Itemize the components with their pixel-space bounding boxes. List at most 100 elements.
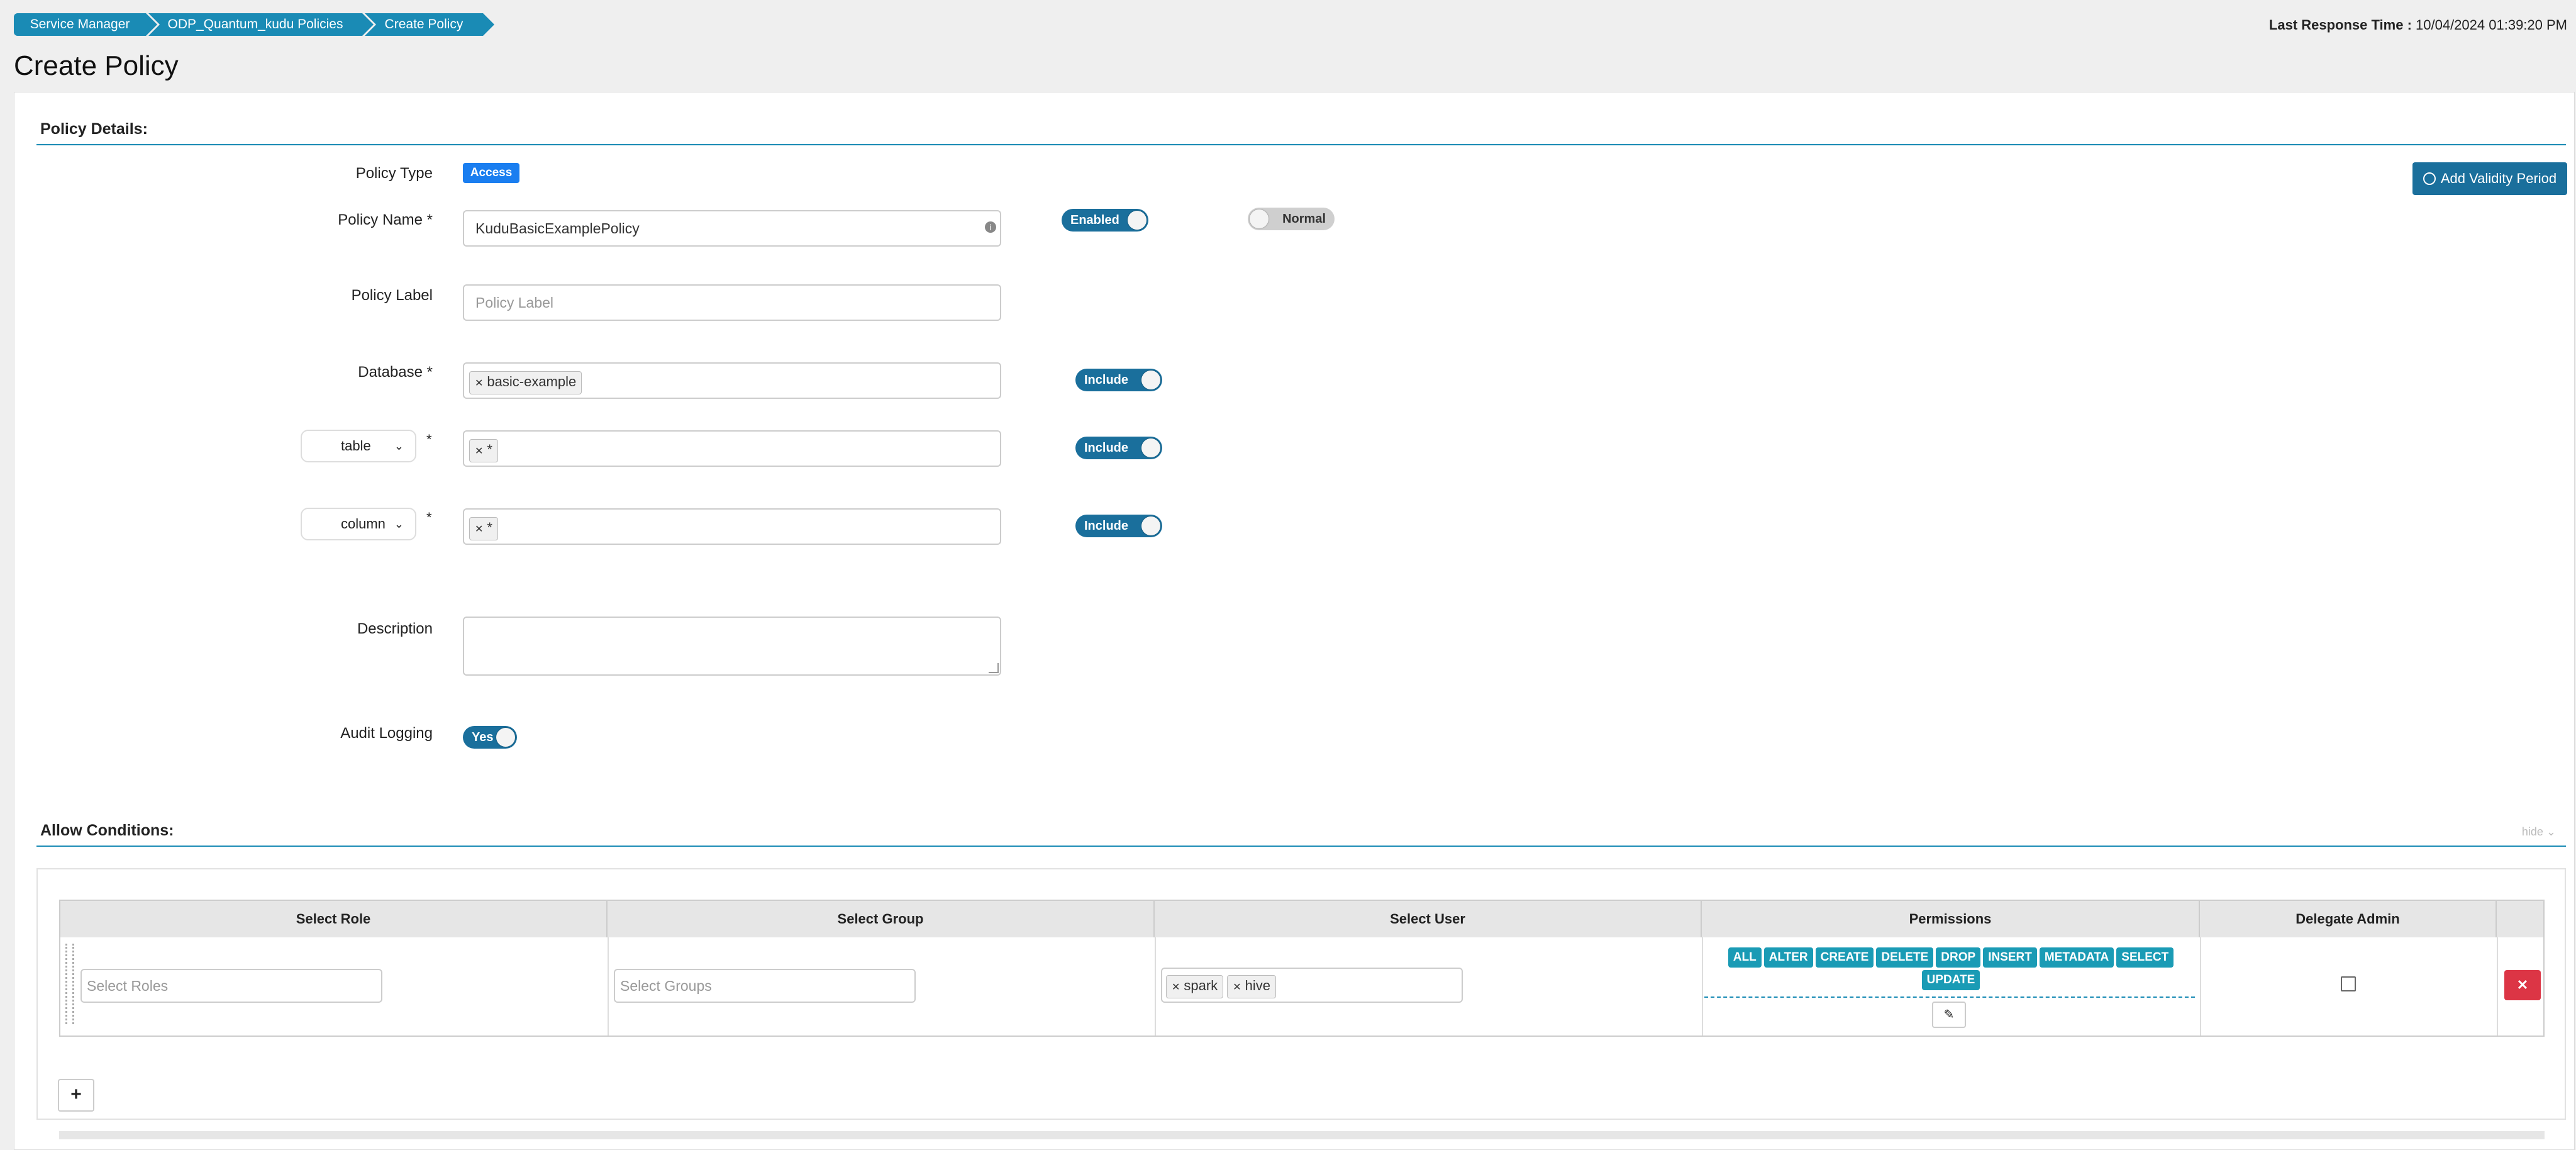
table-input[interactable]: ✕ * <box>463 430 1001 467</box>
policy-details-title: Policy Details: <box>40 120 148 138</box>
resize-icon[interactable] <box>989 663 999 673</box>
policy-name-input[interactable]: KuduBasicExamplePolicy i <box>463 210 1001 247</box>
database-tag-text: basic-example <box>487 374 577 389</box>
select-roles-input[interactable]: Select Roles <box>80 969 382 1003</box>
column-divider <box>2497 937 2498 1036</box>
allow-conditions-title: Allow Conditions: <box>40 822 174 839</box>
remove-x-icon[interactable]: ✕ <box>475 378 483 389</box>
column-select-value: column <box>341 516 386 532</box>
policy-type-label: Policy Type <box>355 165 433 182</box>
include-label: Include <box>1084 441 1129 455</box>
resource-type-select-column[interactable]: column ⌄ <box>301 508 416 540</box>
toggle-knob <box>1141 438 1160 457</box>
header-select-role: Select Role <box>60 901 608 937</box>
chevron-down-icon: ⌄ <box>394 440 404 452</box>
column-include-toggle[interactable]: Include <box>1075 515 1162 537</box>
normal-toggle-label: Normal <box>1282 212 1326 226</box>
enabled-toggle[interactable]: Enabled <box>1062 209 1148 232</box>
toggle-knob <box>1141 371 1160 389</box>
breadcrumb-create-policy: Create Policy <box>365 13 494 36</box>
toggle-knob <box>496 728 515 747</box>
column-input[interactable]: ✕ * <box>463 508 1001 545</box>
permission-badge: DROP <box>1936 947 1981 968</box>
permission-badge: DELETE <box>1876 947 1934 968</box>
permission-badge: CREATE <box>1815 947 1874 968</box>
chevron-down-icon: ⌄ <box>2546 825 2556 838</box>
breadcrumb-service-manager[interactable]: Service Manager <box>14 13 157 36</box>
breadcrumb-policies[interactable]: ODP_Quantum_kudu Policies <box>148 13 374 36</box>
description-textarea[interactable] <box>463 617 1001 676</box>
table-include-toggle[interactable]: Include <box>1075 437 1162 459</box>
allow-conditions-table: Select Role Select Group Select User Per… <box>59 900 2545 1037</box>
header-delegate-admin: Delegate Admin <box>2200 901 2497 937</box>
normal-toggle[interactable]: Normal <box>1248 208 1335 230</box>
add-condition-button[interactable]: + <box>58 1079 94 1112</box>
add-validity-label: Add Validity Period <box>2440 170 2557 186</box>
response-label: Last Response Time : <box>2268 17 2412 33</box>
add-validity-period-button[interactable]: Add Validity Period <box>2412 162 2567 195</box>
permission-badge: METADATA <box>2039 947 2114 968</box>
audit-logging-label: Audit Logging <box>340 725 433 742</box>
column-divider <box>1155 937 1156 1036</box>
page-title: Create Policy <box>14 50 179 81</box>
include-label: Include <box>1084 373 1129 387</box>
permission-badge: INSERT <box>1983 947 2037 968</box>
table-tag-text: * <box>487 442 492 457</box>
table-select-value: table <box>341 438 371 454</box>
description-label: Description <box>357 620 433 637</box>
hide-toggle[interactable]: hide ⌄ <box>2522 825 2556 839</box>
pencil-icon: ✎ <box>1943 1008 1955 1022</box>
policy-label-input[interactable]: Policy Label <box>463 284 1001 321</box>
database-label: Database * <box>358 364 433 381</box>
resource-type-select-table[interactable]: table ⌄ <box>301 430 416 462</box>
include-label: Include <box>1084 519 1129 533</box>
toggle-knob <box>1250 209 1269 228</box>
last-response-time: Last Response Time : 10/04/2024 01:39:20… <box>2269 17 2567 33</box>
remove-x-icon[interactable]: ✕ <box>1233 982 1241 993</box>
user-tag-text: spark <box>1184 978 1218 993</box>
info-icon: i <box>985 221 996 233</box>
select-users-input[interactable]: ✕ spark ✕ hive <box>1161 968 1463 1003</box>
column-tag[interactable]: ✕ * <box>469 517 498 540</box>
user-tag-text: hive <box>1245 978 1270 993</box>
header-select-group: Select Group <box>608 901 1155 937</box>
clock-icon <box>2423 172 2436 185</box>
policy-type-badge: Access <box>463 163 519 183</box>
audit-logging-toggle[interactable]: Yes <box>463 726 517 749</box>
remove-x-icon[interactable]: ✕ <box>475 524 483 535</box>
user-tag[interactable]: ✕ hive <box>1227 975 1276 998</box>
delegate-admin-checkbox[interactable] <box>2341 976 2356 991</box>
user-tag[interactable]: ✕ spark <box>1166 975 1224 998</box>
policy-name-value: KuduBasicExamplePolicy <box>475 220 640 237</box>
remove-row-button[interactable]: ✕ <box>2504 970 2541 1000</box>
remove-x-icon[interactable]: ✕ <box>475 446 483 457</box>
permission-badge: UPDATE <box>1921 970 1980 990</box>
drag-handle-icon[interactable] <box>65 944 74 1024</box>
toggle-knob <box>1141 516 1160 535</box>
audit-toggle-label: Yes <box>472 730 494 744</box>
edit-permissions-button[interactable]: ✎ <box>1932 1002 1966 1028</box>
database-tag[interactable]: ✕ basic-example <box>469 371 582 394</box>
required-star: * <box>426 432 432 447</box>
enabled-toggle-label: Enabled <box>1070 213 1119 227</box>
toggle-knob <box>1128 211 1146 230</box>
column-divider <box>2200 937 2201 1036</box>
permissions-divider <box>1704 996 2195 998</box>
header-permissions: Permissions <box>1702 901 2200 937</box>
remove-x-icon[interactable]: ✕ <box>1172 982 1180 993</box>
permission-badge: SELECT <box>2116 947 2174 968</box>
permission-badge: ALTER <box>1763 947 1813 968</box>
response-value: 10/04/2024 01:39:20 PM <box>2416 17 2567 33</box>
select-groups-input[interactable]: Select Groups <box>614 969 916 1003</box>
header-actions <box>2497 901 2543 937</box>
hide-label: hide <box>2521 825 2543 838</box>
database-input[interactable]: ✕ basic-example <box>463 362 1001 399</box>
policy-details-divider <box>36 144 2566 145</box>
column-divider <box>608 937 609 1036</box>
close-icon: ✕ <box>2516 977 2529 993</box>
table-tag[interactable]: ✕ * <box>469 439 498 462</box>
chevron-down-icon: ⌄ <box>394 518 404 530</box>
permissions-list[interactable]: ALL ALTER CREATE DELETE DROP INSERT METADATA SE… <box>1703 947 2199 990</box>
database-include-toggle[interactable]: Include <box>1075 369 1162 391</box>
next-section-header <box>59 1131 2545 1139</box>
